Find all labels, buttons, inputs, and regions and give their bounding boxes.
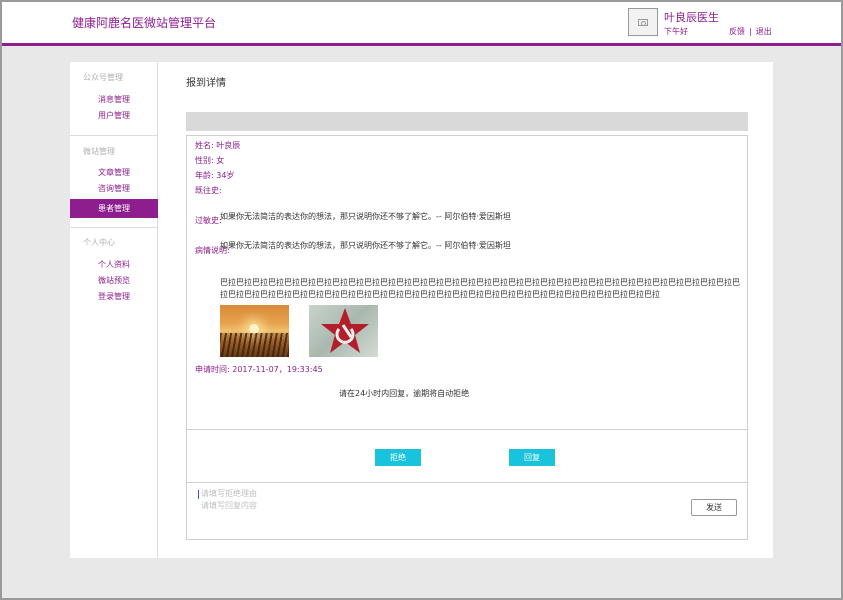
sidebar-item-articles[interactable]: 文章管理 xyxy=(70,165,158,181)
sidebar-divider xyxy=(70,227,158,228)
patient-gender-row: 性别: 女 xyxy=(195,155,224,166)
text-cursor xyxy=(198,490,199,499)
apply-time-value: 2017-11-07，19:33:45 xyxy=(232,365,323,374)
allergy-label: 过敏史: xyxy=(195,216,222,225)
reject-button[interactable]: 拒绝 xyxy=(375,449,421,466)
patient-gender: 女 xyxy=(216,156,225,165)
patient-name-row: 姓名: 叶良辰 xyxy=(195,140,240,151)
reject-reason-placeholder: 请填写拒绝理由 xyxy=(201,489,257,498)
sidebar-item-login-management[interactable]: 登录管理 xyxy=(70,289,158,305)
doctor-name: 叶良辰医生 xyxy=(664,11,719,24)
sidebar-group-title: 公众号管理 xyxy=(83,73,123,82)
patient-age: 34岁 xyxy=(216,171,235,180)
history-label: 既往史: xyxy=(195,186,222,195)
send-button[interactable]: 发送 xyxy=(691,499,737,516)
reply-button[interactable]: 回复 xyxy=(509,449,555,466)
greeting: 下午好 xyxy=(664,27,688,36)
image-placeholder-icon xyxy=(638,18,648,26)
gender-label: 性别: xyxy=(195,156,214,165)
age-label: 年龄: xyxy=(195,171,214,180)
section-divider xyxy=(187,482,747,483)
link-separator: | xyxy=(749,27,752,36)
sidebar-item-messages[interactable]: 消息管理 xyxy=(70,92,158,108)
feedback-link[interactable]: 反馈 xyxy=(729,27,745,36)
sidebar: 公众号管理 消息管理 用户管理 微站管理 文章管理 咨询管理 患者管理 个人中心… xyxy=(70,62,158,558)
sidebar-group-microsite: 微站管理 文章管理 咨询管理 患者管理 xyxy=(70,144,158,218)
condition-text: 如果你无法简洁的表达你的想法，那只说明你还不够了解它。-- 阿尔伯特·爱因斯坦 xyxy=(220,241,511,250)
sidebar-group-personal: 个人中心 个人资料 微站预览 登录管理 xyxy=(70,235,158,305)
doctor-avatar[interactable] xyxy=(628,8,658,36)
apply-time-label: 申请时间: xyxy=(195,365,230,374)
apply-time-row: 申请时间: 2017-11-07，19:33:45 xyxy=(195,364,323,375)
red-star-photo[interactable] xyxy=(309,305,378,357)
reply-deadline-notice: 请在24小时内回复，逾期将自动拒绝 xyxy=(339,389,470,398)
reply-content-placeholder: 请填写回复内容 xyxy=(201,501,257,510)
sidebar-item-site-preview[interactable]: 微站预览 xyxy=(70,273,158,289)
sidebar-group-title: 微站管理 xyxy=(83,147,115,156)
main-panel: 公众号管理 消息管理 用户管理 微站管理 文章管理 咨询管理 患者管理 个人中心… xyxy=(70,62,773,558)
sidebar-item-consultations[interactable]: 咨询管理 xyxy=(70,181,158,197)
sidebar-item-profile[interactable]: 个人资料 xyxy=(70,257,158,273)
allergy-text: 如果你无法简洁的表达你的想法，那只说明你还不够了解它。-- 阿尔伯特·爱因斯坦 xyxy=(220,212,511,221)
sunset-photo[interactable] xyxy=(220,305,289,357)
platform-title: 健康阿鹿名医微站管理平台 xyxy=(72,16,217,30)
patient-name: 叶良辰 xyxy=(216,141,241,150)
reply-textarea[interactable]: 请填写拒绝理由 请填写回复内容 xyxy=(195,487,675,521)
sidebar-divider xyxy=(70,135,158,136)
sidebar-group-title: 个人中心 xyxy=(83,238,115,247)
report-detail-box: 姓名: 叶良辰 性别: 女 年龄: 34岁 既往史: 过敏史: 如果你无法简洁的… xyxy=(186,135,748,540)
section-divider xyxy=(187,429,747,430)
logout-link[interactable]: 退出 xyxy=(756,27,772,36)
grass-shape xyxy=(220,333,289,357)
sidebar-item-patients[interactable]: 患者管理 xyxy=(70,199,158,218)
name-label: 姓名: xyxy=(195,141,214,150)
page-title: 报到详情 xyxy=(186,78,226,89)
sidebar-item-users[interactable]: 用户管理 xyxy=(70,108,158,124)
condition-detail-text: 巴拉巴拉巴拉巴拉巴拉巴拉巴拉巴拉巴拉巴拉巴拉巴拉巴拉巴拉巴拉巴拉巴拉巴拉巴拉巴拉… xyxy=(220,278,740,299)
patient-age-row: 年龄: 34岁 xyxy=(195,170,234,181)
sidebar-group-official-account: 公众号管理 消息管理 用户管理 xyxy=(70,70,158,124)
red-star-icon xyxy=(321,308,369,353)
section-header-bar xyxy=(186,112,748,131)
top-header: 健康阿鹿名医微站管理平台 叶良辰医生 下午好 反馈 | 退出 xyxy=(2,2,841,46)
header-links: 反馈 | 退出 xyxy=(729,26,772,37)
